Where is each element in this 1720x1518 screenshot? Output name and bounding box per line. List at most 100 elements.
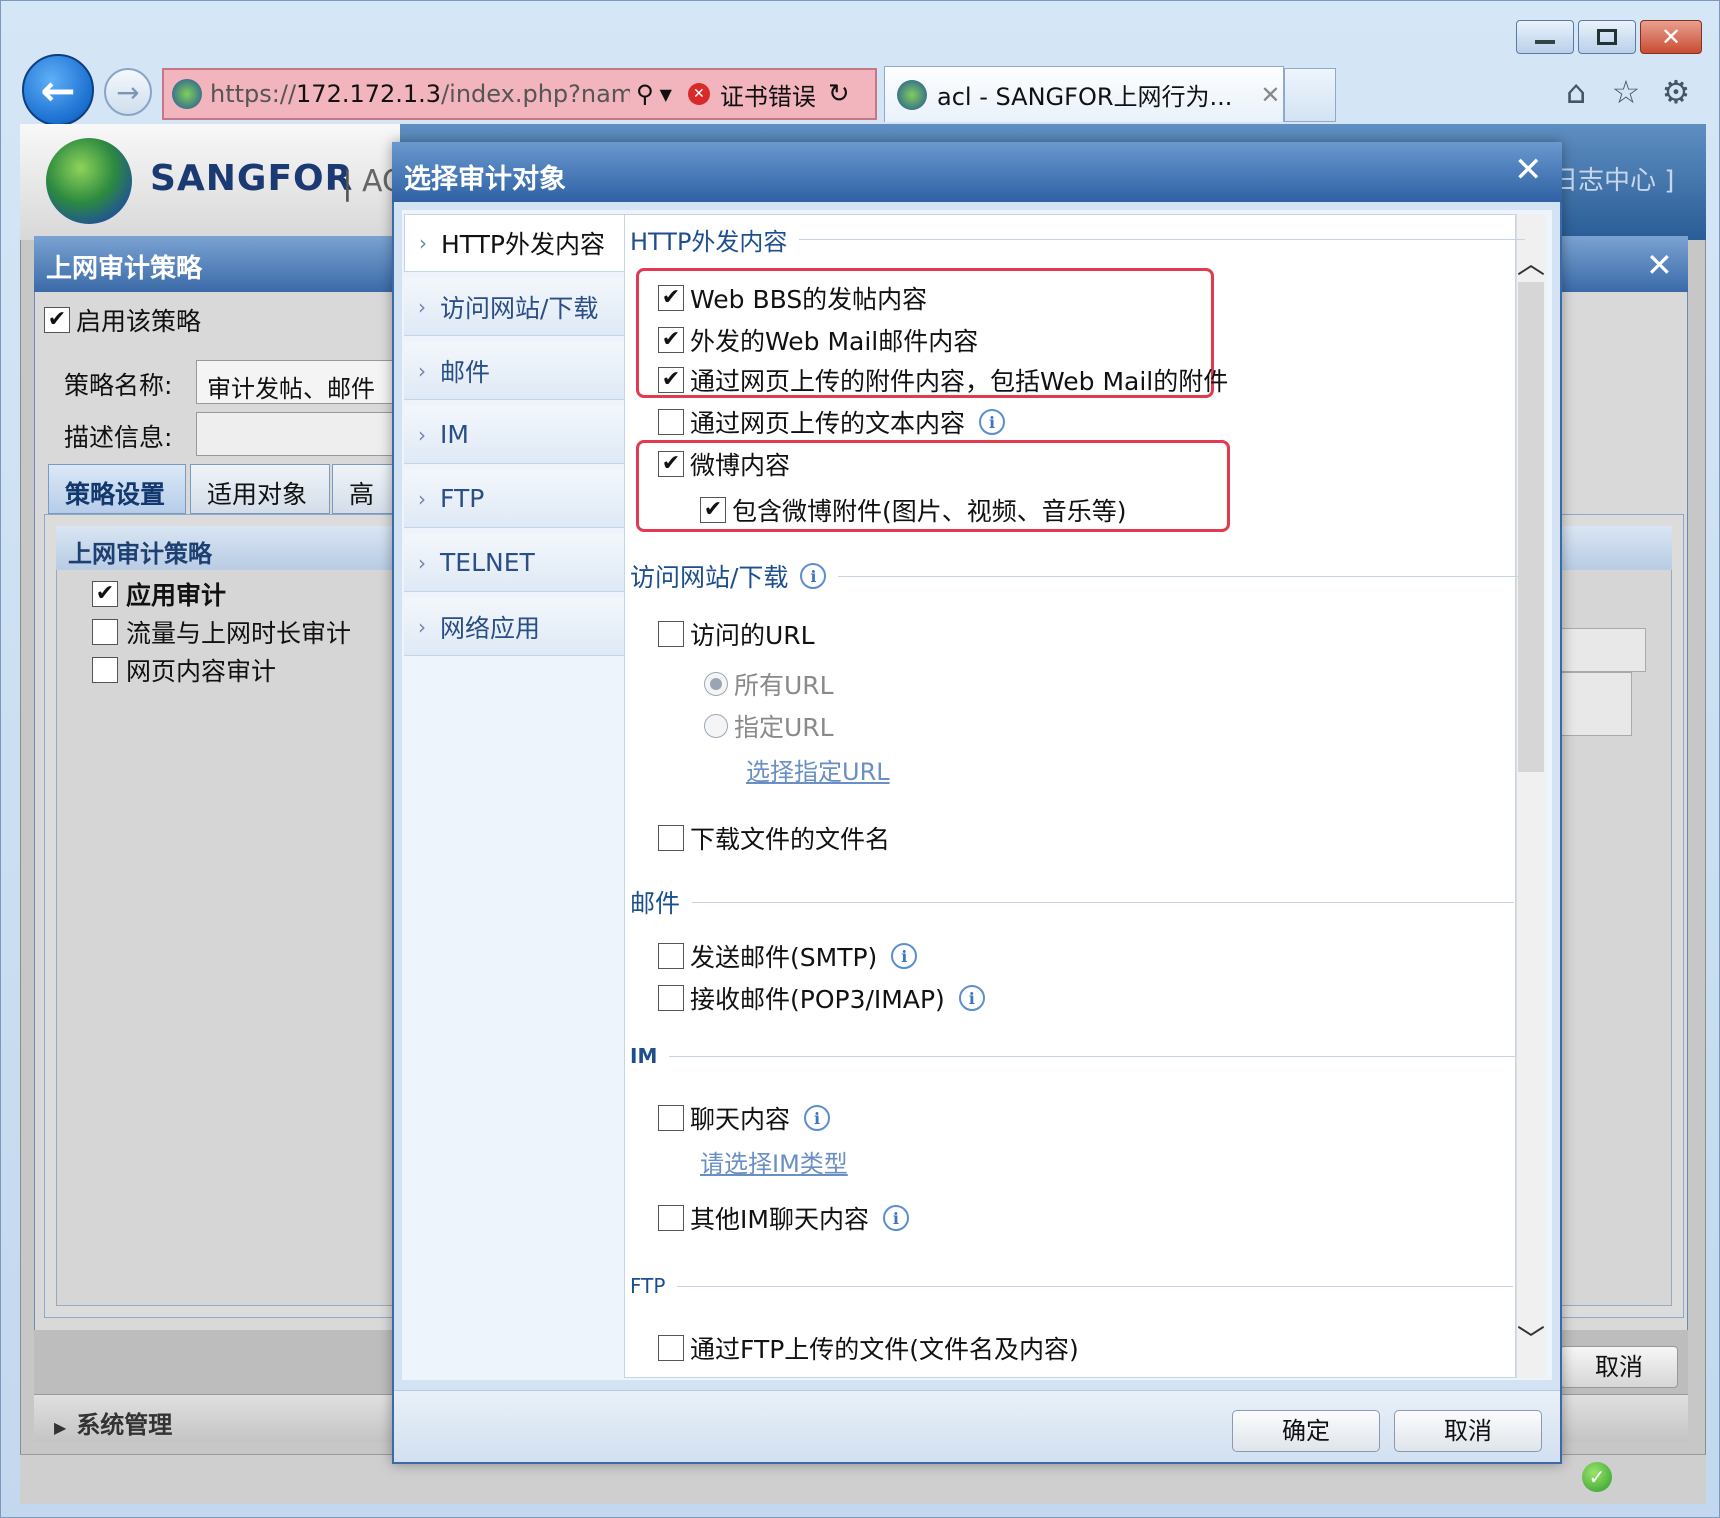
url-text[interactable]: https://172.172.1.3/index.php?name — [210, 80, 630, 108]
option-web-mail[interactable]: ✔ 外发的Web Mail邮件内容 — [658, 322, 978, 358]
checkbox-checked[interactable]: ✔ — [658, 451, 684, 477]
info-icon[interactable]: i — [891, 943, 918, 969]
option-ftp-upload[interactable]: 通过FTP上传的文件(文件名及内容) — [658, 1330, 1079, 1366]
option-im-chat[interactable]: 聊天内容 i — [658, 1100, 831, 1136]
nav-item-mail[interactable]: › 邮件 — [404, 342, 624, 400]
window-close-button[interactable]: ✕ — [1640, 20, 1702, 54]
nav-item-im[interactable]: › IM — [404, 406, 624, 464]
option-web-bbs[interactable]: ✔ Web BBS的发帖内容 — [658, 280, 927, 316]
option-weibo-attachments[interactable]: ✔ 包含微博附件(图片、视频、音乐等) — [700, 492, 1127, 528]
chevron-down-icon[interactable]: ▼ — [660, 85, 672, 104]
site-favicon-icon — [172, 79, 202, 109]
checkbox-unchecked[interactable] — [658, 1105, 684, 1131]
home-icon[interactable]: ⌂ — [1556, 72, 1596, 112]
scrollbar-thumb[interactable] — [1518, 282, 1544, 772]
cancel-button[interactable]: 取消 — [1394, 1410, 1542, 1452]
info-icon[interactable]: i — [882, 1205, 909, 1231]
option-upload-attachments[interactable]: ✔ 通过网页上传的附件内容，包括Web Mail的附件 — [658, 362, 1228, 398]
checkbox-checked[interactable]: ✔ — [92, 581, 118, 607]
tree-item-flow-audit[interactable]: 流量与上网时长审计 — [92, 614, 351, 650]
radio-unselected[interactable] — [704, 714, 728, 738]
info-icon[interactable]: i — [800, 563, 827, 589]
option-send-smtp[interactable]: 发送邮件(SMTP) i — [658, 938, 918, 974]
option-label: 接收邮件(POP3/IMAP) — [690, 985, 945, 1014]
enable-policy-checkbox[interactable]: ✔ 启用该策略 — [44, 302, 201, 338]
section-divider — [692, 901, 1515, 903]
checkbox-checked[interactable]: ✔ — [658, 367, 684, 393]
gear-icon[interactable]: ⚙ — [1656, 72, 1696, 112]
refresh-icon[interactable]: ↻ — [828, 79, 850, 109]
radio-specific-url[interactable]: 指定URL — [704, 708, 834, 744]
address-bar[interactable]: https://172.172.1.3/index.php?name ⚲ ▼ ✕… — [162, 68, 877, 120]
checkbox-unchecked[interactable] — [92, 619, 118, 645]
select-url-link[interactable]: 选择指定URL — [746, 752, 890, 787]
nav-item-network-apps[interactable]: › 网络应用 — [404, 598, 624, 656]
nav-item-label: IM — [440, 420, 469, 449]
tab-applicable-objects[interactable]: 适用对象 — [190, 464, 330, 514]
arrow-left-icon: ← — [40, 65, 76, 115]
info-icon[interactable]: i — [979, 409, 1006, 435]
policy-panel-close-icon[interactable]: ✕ — [1646, 246, 1673, 284]
option-download-filename[interactable]: 下载文件的文件名 — [658, 820, 890, 856]
tree-item-app-audit[interactable]: ✔ 应用审计 — [92, 576, 226, 612]
tree-item-label: 流量与上网时长审计 — [126, 619, 352, 648]
nav-item-ftp[interactable]: › FTP — [404, 470, 624, 528]
minimize-button[interactable] — [1516, 20, 1574, 54]
section-heading-im: IM — [630, 1044, 1516, 1068]
checkbox-checked[interactable]: ✔ — [700, 497, 726, 523]
checkbox-unchecked[interactable] — [658, 943, 684, 969]
policy-name-input[interactable]: 审计发帖、邮件 — [196, 360, 396, 404]
ok-button[interactable]: 确定 — [1232, 1410, 1380, 1452]
checkbox-unchecked[interactable] — [658, 621, 684, 647]
description-input[interactable] — [196, 412, 396, 456]
checkbox-unchecked[interactable] — [658, 1335, 684, 1361]
option-label: 下载文件的文件名 — [690, 825, 891, 854]
checkbox-checked[interactable]: ✔ — [658, 285, 684, 311]
star-icon[interactable]: ☆ — [1606, 72, 1646, 112]
log-center-link[interactable]: 日志中心 ] — [1552, 160, 1674, 197]
checkbox-unchecked[interactable] — [658, 409, 684, 435]
option-visited-url[interactable]: 访问的URL — [658, 616, 815, 652]
option-weibo[interactable]: ✔ 微博内容 — [658, 446, 790, 482]
checkbox-unchecked[interactable] — [658, 825, 684, 851]
nav-item-http[interactable]: › HTTP外发内容 — [404, 214, 624, 272]
policy-cancel-button[interactable]: 取消 — [1560, 1346, 1678, 1388]
new-tab-button[interactable] — [1284, 68, 1336, 122]
option-upload-text[interactable]: 通过网页上传的文本内容 i — [658, 404, 1006, 440]
cert-error-text[interactable]: 证书错误 — [720, 77, 816, 112]
section-divider — [799, 239, 1526, 240]
tab-close-icon[interactable]: ✕ — [1260, 81, 1280, 109]
enable-policy-label: 启用该策略 — [76, 307, 202, 336]
policy-name-label: 策略名称: — [64, 371, 173, 400]
section-divider — [669, 1055, 1516, 1057]
nav-item-telnet[interactable]: › TELNET — [404, 534, 624, 592]
cert-error-icon: ✕ — [687, 83, 710, 105]
chevron-right-icon: › — [418, 486, 426, 511]
search-icon[interactable]: ⚲ — [636, 80, 654, 108]
arrow-right-icon: → — [116, 75, 140, 109]
checkbox-checked[interactable]: ✔ — [44, 307, 70, 333]
option-other-im[interactable]: 其他IM聊天内容 i — [658, 1200, 909, 1236]
option-receive-pop3[interactable]: 接收邮件(POP3/IMAP) i — [658, 980, 985, 1016]
checkbox-unchecked[interactable] — [658, 1205, 684, 1231]
browser-tab-active[interactable]: acl - SANGFOR上网行为... ✕ — [884, 66, 1284, 122]
forward-button[interactable]: → — [104, 68, 152, 116]
info-icon[interactable]: i — [804, 1105, 831, 1131]
checkbox-unchecked[interactable] — [92, 657, 118, 683]
info-icon[interactable]: i — [958, 985, 985, 1011]
radio-selected[interactable] — [704, 672, 728, 696]
checkbox-unchecked[interactable] — [658, 985, 684, 1011]
select-im-type-link[interactable]: 请选择IM类型 — [700, 1144, 848, 1179]
triangle-right-icon: ▶ — [54, 1418, 67, 1437]
tree-item-web-content-audit[interactable]: 网页内容审计 — [92, 652, 276, 688]
radio-all-url[interactable]: 所有URL — [704, 666, 834, 702]
logo-separator: | — [342, 164, 353, 202]
option-label: 指定URL — [734, 713, 834, 742]
chevron-down-icon[interactable]: ﹀ — [1516, 1318, 1546, 1358]
checkbox-checked[interactable]: ✔ — [658, 327, 684, 353]
dialog-close-icon[interactable]: ✕ — [1514, 150, 1543, 190]
back-button[interactable]: ← — [22, 54, 94, 126]
nav-item-web[interactable]: › 访问网站/下载 — [404, 278, 624, 336]
maximize-button[interactable] — [1578, 20, 1636, 54]
tab-policy-settings[interactable]: 策略设置 — [48, 464, 186, 514]
